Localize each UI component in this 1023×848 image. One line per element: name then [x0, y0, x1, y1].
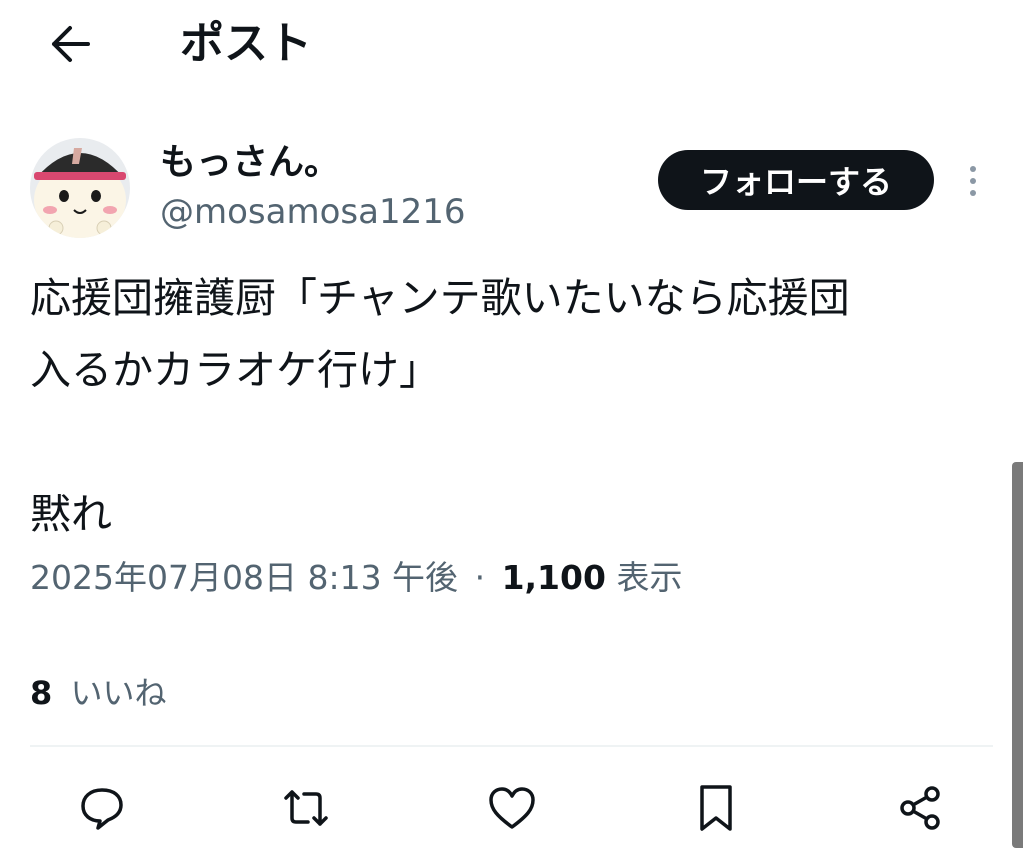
share-button[interactable]: [890, 778, 950, 838]
repost-icon: [284, 790, 328, 826]
reply-button[interactable]: [72, 778, 132, 838]
character-avatar-image: [30, 138, 130, 238]
top-bar: ポスト: [0, 0, 1023, 90]
scrollbar[interactable]: [1012, 462, 1023, 848]
follow-button[interactable]: フォローする: [658, 150, 934, 210]
post-text: 応援団擁護厨「チャンテ歌いたいなら応援団 入るかカラオケ行け」 黙れ: [30, 274, 850, 538]
post-meta: 2025年07月08日 8:13 午後 · 1,100 表示: [30, 552, 682, 604]
more-options-button[interactable]: [956, 156, 990, 206]
reply-icon: [81, 788, 123, 830]
post-timestamp[interactable]: 2025年07月08日 8:13 午後: [30, 558, 458, 597]
author-display-name[interactable]: もっさん。: [160, 140, 340, 186]
page-title: ポスト: [180, 18, 312, 69]
more-vertical-icon: [970, 166, 976, 196]
post-detail-page: ポスト もっさん。 @mosamosa1216 フォローする 応援団擁護厨「チャ…: [0, 0, 1023, 848]
repost-button[interactable]: [276, 778, 336, 838]
bookmark-button[interactable]: [686, 778, 746, 838]
views-label: 表示: [616, 558, 683, 597]
likes-count: 8: [30, 674, 53, 712]
arrow-left-icon: [52, 26, 90, 62]
bookmark-icon: [700, 785, 732, 831]
author-handle[interactable]: @mosamosa1216: [160, 190, 465, 234]
like-icon: [489, 787, 535, 829]
meta-separator: ·: [474, 558, 486, 597]
avatar[interactable]: [30, 138, 130, 238]
like-button[interactable]: [482, 778, 542, 838]
likes-summary[interactable]: 8 いいね: [30, 668, 166, 718]
divider: [30, 745, 993, 747]
likes-label: いいね: [70, 674, 167, 712]
back-button[interactable]: [40, 16, 100, 72]
share-icon: [900, 786, 940, 830]
views-count: 1,100: [501, 558, 606, 597]
